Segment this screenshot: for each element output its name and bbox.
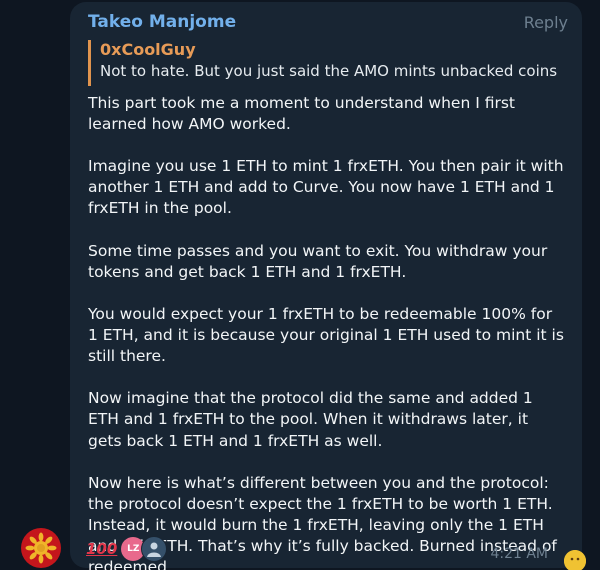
message-paragraph: Imagine you use 1 ETH to mint 1 frxETH. … bbox=[88, 157, 564, 218]
reader-avatar bbox=[564, 550, 586, 570]
reactor-avatar-photo bbox=[141, 536, 168, 562]
message-paragraph: This part took me a moment to understand… bbox=[88, 94, 515, 134]
quote-text: Not to hate. But you just said the AMO m… bbox=[100, 62, 558, 80]
message-body: This part took me a moment to understand… bbox=[88, 93, 566, 570]
chrysanthemum-seal-icon bbox=[22, 529, 60, 567]
message-bubble[interactable]: Takeo Manjome Reply 0xCoolGuy Not to hat… bbox=[70, 2, 582, 570]
reply-button[interactable]: Reply bbox=[524, 13, 568, 32]
sender-avatar[interactable] bbox=[21, 528, 61, 568]
person-icon bbox=[147, 542, 162, 557]
message-timestamp: 4:21 AM bbox=[490, 546, 548, 562]
message-paragraph: Now imagine that the protocol did the sa… bbox=[88, 389, 533, 450]
reaction-bar[interactable]: 100 LZ bbox=[86, 535, 168, 563]
message-paragraph: Some time passes and you want to exit. Y… bbox=[88, 241, 548, 281]
hundred-points-icon[interactable]: 100 bbox=[86, 540, 117, 558]
message-paragraph: You would expect your 1 frxETH to be red… bbox=[88, 304, 564, 366]
quote-author: 0xCoolGuy bbox=[100, 40, 196, 59]
smiley-icon bbox=[564, 550, 586, 570]
quoted-reply[interactable]: 0xCoolGuy Not to hate. But you just said… bbox=[88, 40, 558, 86]
sender-name[interactable]: Takeo Manjome bbox=[88, 12, 236, 32]
chat-view: Takeo Manjome Reply 0xCoolGuy Not to hat… bbox=[0, 0, 600, 570]
